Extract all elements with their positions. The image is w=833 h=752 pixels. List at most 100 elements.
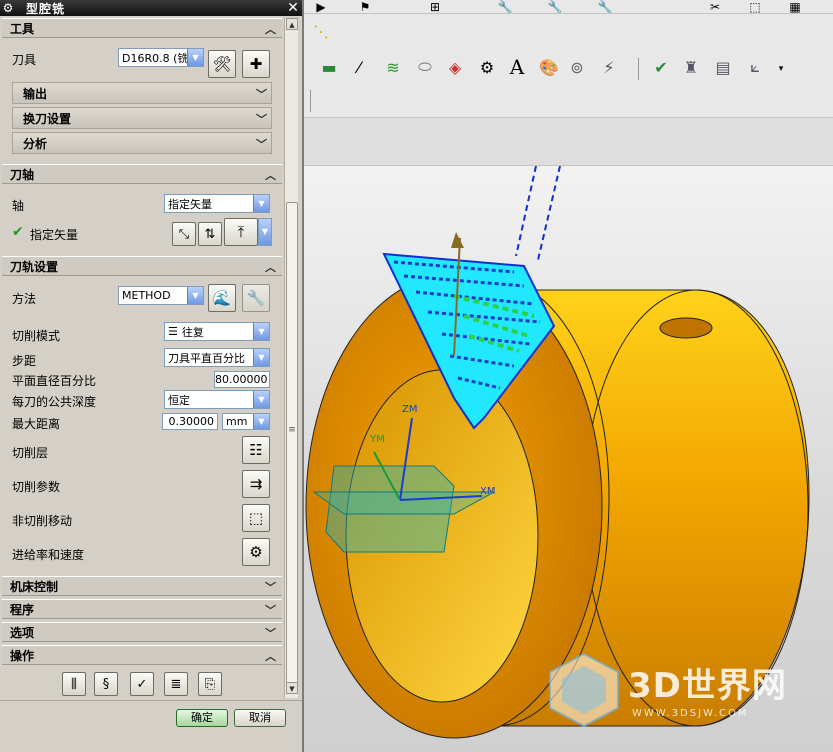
surface-icon[interactable]: ⬭ [414, 56, 436, 78]
offset-curve-icon[interactable]: ≋ [382, 56, 404, 78]
palette-icon[interactable]: 🎨 [538, 56, 560, 78]
section-actions-header[interactable]: 操作 ︿ [2, 645, 282, 665]
chevron-down-icon[interactable]: ﹀ [265, 602, 276, 618]
chevron-up-icon[interactable]: ︿ [265, 167, 276, 183]
vector-dialog-button[interactable]: ⤡ [172, 222, 196, 246]
box-icon[interactable]: ⬚ [744, 0, 766, 13]
line-icon[interactable]: ⁄ [348, 56, 370, 78]
cut-pattern-select[interactable]: ☰ 往复 ▼ [164, 322, 270, 341]
max-distance-input[interactable]: 0.30000 [162, 413, 218, 430]
cut-levels-button[interactable]: ☷ [242, 436, 270, 464]
wrench-icon[interactable]: 🔧 [544, 0, 566, 13]
chevron-down-icon[interactable]: ▼ [187, 287, 203, 304]
verify-button[interactable]: ✓ [130, 672, 154, 696]
check-icon: ✔ [12, 224, 24, 240]
chevron-down-icon[interactable]: ▼ [253, 195, 269, 212]
table-icon[interactable]: ▤ [712, 56, 734, 78]
replay-button[interactable]: § [94, 672, 118, 696]
grid-icon[interactable]: ⊞ [424, 0, 446, 13]
wrench-icon[interactable]: 🔧 [594, 0, 616, 13]
chevron-down-icon[interactable]: ▼ [259, 219, 271, 245]
max-distance-unit-select[interactable]: mm ▼ [222, 413, 270, 430]
dialog-scrollbar[interactable]: ▲ ≡ ▼ [284, 18, 298, 698]
zm-axis-label: ZM [402, 404, 417, 415]
chevron-down-icon[interactable]: ﹀ [265, 579, 276, 595]
shapes-icon[interactable]: ⊚ [566, 56, 588, 78]
list-button[interactable]: ≣ [164, 672, 188, 696]
section-path-title: 刀轨设置 [10, 259, 59, 274]
section-actions-title: 操作 [10, 648, 35, 663]
layer-icon[interactable]: ▦ [784, 0, 806, 13]
analyze-button[interactable]: ⎘ [198, 672, 222, 696]
section-axis-header[interactable]: 刀轴 ︿ [2, 164, 282, 184]
chevron-down-icon[interactable]: ▼ [253, 349, 269, 366]
check-icon[interactable]: ✔ [650, 56, 672, 78]
cancel-button[interactable]: 取消 [234, 709, 286, 727]
tool-select[interactable]: D16R0.8 (铣 ▼ [118, 48, 204, 67]
chevron-down-icon[interactable]: ▾ [770, 58, 792, 80]
chevron-up-icon[interactable]: ︿ [265, 21, 276, 37]
cut-levels-label: 切削层 [12, 446, 49, 460]
cut-icon[interactable]: ✂ [704, 0, 726, 13]
non-cut-moves-icon: ⬚ [248, 509, 264, 527]
section-tool-header[interactable]: 工具 ︿ [2, 18, 282, 38]
wrench-icon[interactable]: 🔧 [494, 0, 516, 13]
vector-triad-button[interactable]: ⤒ [224, 218, 258, 246]
depth-select[interactable]: 恒定 ▼ [164, 390, 270, 409]
gear-icon[interactable]: ⚙ [0, 0, 16, 16]
method-wrench-button[interactable]: 🔧 [242, 284, 270, 312]
percent-input[interactable]: 80.00000 [214, 371, 270, 388]
chevron-down-icon[interactable]: ▼ [187, 49, 203, 66]
section-program-header[interactable]: 程序 ﹀ [2, 599, 282, 619]
chevron-down-icon[interactable]: ▼ [253, 414, 269, 429]
scroll-down-icon[interactable]: ▼ [286, 682, 298, 694]
vector-type-dropdown[interactable]: ▼ [258, 218, 272, 246]
toolbar-row-4 [304, 84, 833, 118]
flag-icon[interactable]: ⚑ [354, 0, 376, 13]
play-icon[interactable]: ▶ [310, 0, 332, 13]
new-tool-button[interactable]: ✚ [242, 50, 270, 78]
chevron-down-icon[interactable]: ﹀ [256, 136, 267, 152]
block-icon[interactable]: ◈ [444, 56, 466, 78]
chevron-down-icon[interactable]: ▼ [253, 391, 269, 408]
subsection-tool-change[interactable]: 换刀设置 ﹀ [12, 107, 272, 129]
subsection-output-title: 输出 [23, 86, 48, 101]
scrollbar-thumb[interactable] [286, 202, 298, 686]
measure-icon[interactable]: ⚡ [598, 56, 620, 78]
generate-button[interactable]: ⫼ [62, 672, 86, 696]
vector-flip-button[interactable]: ⇅ [198, 222, 222, 246]
non-cut-moves-button[interactable]: ⬚ [242, 504, 270, 532]
rectangle-icon[interactable]: ▬ [318, 56, 340, 78]
selection-filter-icon[interactable]: ⋱ [310, 20, 332, 42]
vector-triad-icon: ⤒ [237, 223, 245, 241]
chevron-down-icon[interactable]: ▼ [253, 323, 269, 340]
stepover-select[interactable]: 刀具平直百分比 ▼ [164, 348, 270, 367]
text-icon[interactable]: A [506, 55, 528, 79]
scroll-up-icon[interactable]: ▲ [286, 18, 298, 30]
section-path-header[interactable]: 刀轨设置 ︿ [2, 256, 282, 276]
gear-icon[interactable]: ⚙ [476, 56, 498, 78]
chevron-up-icon[interactable]: ︿ [265, 648, 276, 664]
watermark-logo-icon [549, 652, 619, 728]
section-machine-control-header[interactable]: 机床控制 ﹀ [2, 576, 282, 596]
section-options-header[interactable]: 选项 ﹀ [2, 622, 282, 642]
subsection-output[interactable]: 输出 ﹀ [12, 82, 272, 104]
fixture-icon[interactable]: ♜ [680, 56, 702, 78]
cut-params-button[interactable]: ⇉ [242, 470, 270, 498]
subsection-analysis[interactable]: 分析 ﹀ [12, 132, 272, 154]
edit-tool-button[interactable]: 🛠 [208, 50, 236, 78]
chevron-down-icon[interactable]: ﹀ [265, 625, 276, 641]
toolbar-separator [310, 90, 311, 112]
axes-icon[interactable]: ⟀ [744, 56, 766, 78]
chevron-down-icon[interactable]: ﹀ [256, 111, 267, 127]
axis-select-value: 指定矢量 [168, 197, 212, 211]
feeds-speeds-button[interactable]: ⚙ [242, 538, 270, 566]
chevron-down-icon[interactable]: ﹀ [256, 86, 267, 102]
method-select[interactable]: METHOD ▼ [118, 286, 204, 305]
close-icon[interactable]: ✕ [284, 0, 302, 16]
axis-select[interactable]: 指定矢量 ▼ [164, 194, 270, 213]
tool-label: 刀具 [12, 53, 37, 67]
method-edit-button[interactable]: 🌊 [208, 284, 236, 312]
ok-button[interactable]: 确定 [176, 709, 228, 727]
chevron-up-icon[interactable]: ︿ [265, 259, 276, 275]
